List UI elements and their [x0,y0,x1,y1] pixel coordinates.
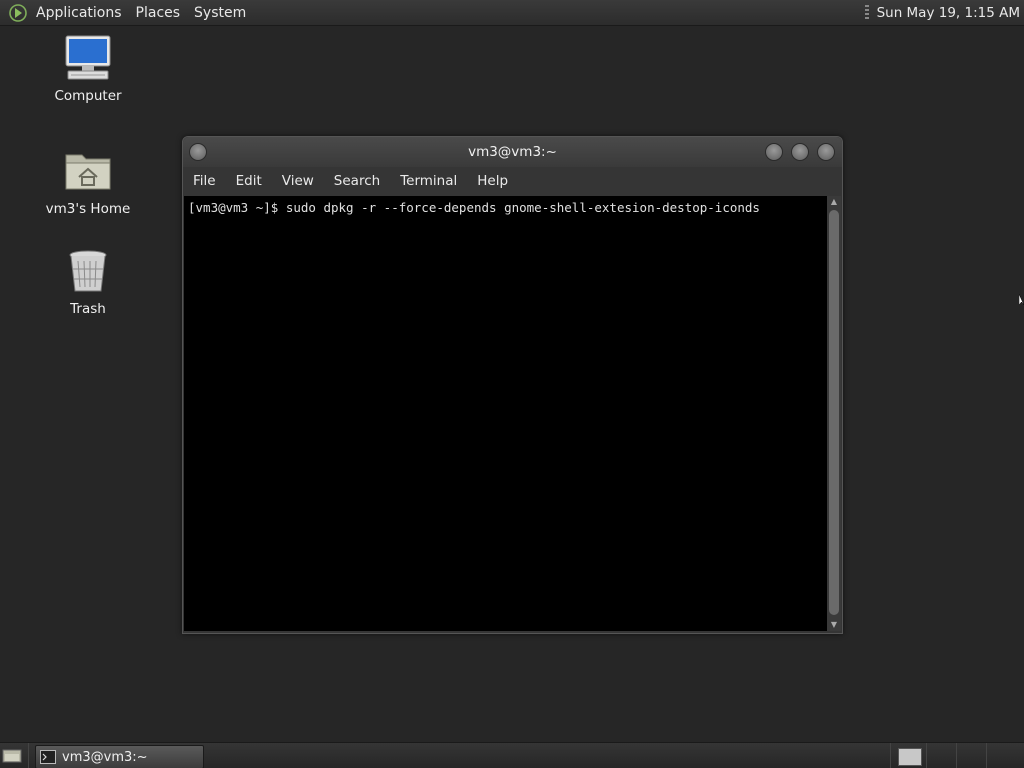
home-folder-icon [62,147,114,199]
distro-logo-icon[interactable] [7,2,29,24]
scrollbar-thumb[interactable] [829,210,839,615]
menu-edit[interactable]: Edit [226,173,272,189]
terminal-scrollbar[interactable]: ▲ ▼ [827,196,841,631]
desktop-icon-label: vm3's Home [45,201,131,217]
desktop-icon-trash[interactable]: Trash [33,247,143,317]
scroll-down-arrow-icon[interactable]: ▼ [827,619,841,631]
places-menu[interactable]: Places [133,5,184,21]
mouse-cursor-icon [1018,291,1024,306]
panel-drag-handle[interactable] [864,4,869,21]
terminal-window: vm3@vm3:~ File Edit View Search Terminal… [182,136,843,634]
terminal-menubar: File Edit View Search Terminal Help [183,167,842,195]
close-button[interactable] [817,143,835,161]
show-desktop-icon[interactable] [2,748,22,764]
computer-icon [62,34,114,86]
menu-help[interactable]: Help [467,173,518,189]
menu-file[interactable]: File [183,173,226,189]
terminal-output[interactable]: [vm3@vm3 ~]$ sudo dpkg -r --force-depend… [184,196,827,631]
maximize-button[interactable] [791,143,809,161]
menu-view[interactable]: View [272,173,324,189]
window-title: vm3@vm3:~ [468,144,557,160]
system-menu[interactable]: System [191,5,249,21]
taskbar-terminal-button[interactable]: vm3@vm3:~ [35,745,204,768]
top-panel: Applications Places System Sun May 19, 1… [0,0,1024,26]
applications-menu[interactable]: Applications [33,5,125,21]
trash-icon [62,247,114,299]
bottom-panel: vm3@vm3:~ [0,742,1024,768]
terminal-icon [40,750,56,764]
taskbar-button-label: vm3@vm3:~ [62,749,148,765]
menu-search[interactable]: Search [324,173,390,189]
panel-separator [926,743,927,768]
terminal-command-line: [vm3@vm3 ~]$ sudo dpkg -r --force-depend… [188,200,760,215]
desktop: Applications Places System Sun May 19, 1… [0,0,1024,768]
desktop-icon-label: Computer [54,88,122,104]
desktop-icon-computer[interactable]: Computer [33,34,143,104]
panel-separator [890,743,891,768]
panel-separator [28,743,29,768]
panel-separator [956,743,957,768]
scroll-up-arrow-icon[interactable]: ▲ [827,196,841,208]
panel-separator [986,743,987,768]
clock[interactable]: Sun May 19, 1:15 AM [877,5,1020,21]
desktop-icon-home[interactable]: vm3's Home [33,147,143,217]
desktop-icon-label: Trash [70,301,106,317]
minimize-button[interactable] [765,143,783,161]
menu-terminal[interactable]: Terminal [390,173,467,189]
window-titlebar[interactable]: vm3@vm3:~ [183,137,842,167]
window-menu-button[interactable] [189,143,207,161]
workspace-switcher-1[interactable] [898,748,922,766]
